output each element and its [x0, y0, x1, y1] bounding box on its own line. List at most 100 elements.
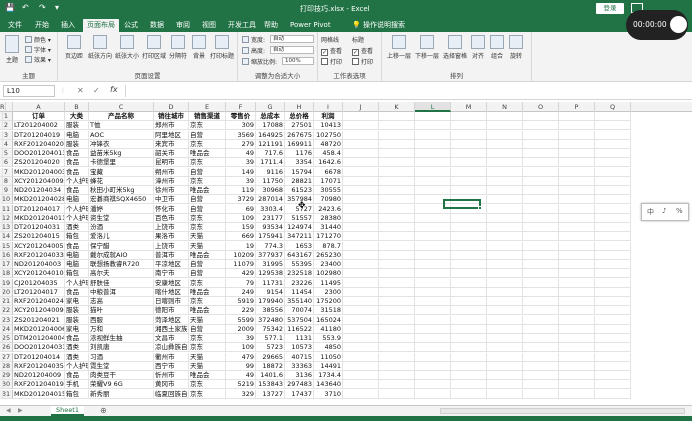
cell[interactable] [343, 223, 379, 232]
cell[interactable]: 食品 [65, 371, 89, 380]
cell[interactable]: 171270 [314, 232, 343, 242]
align-button[interactable]: 对齐 [470, 35, 486, 60]
cell[interactable] [343, 149, 379, 158]
cell[interactable]: 23400 [314, 260, 343, 269]
cell[interactable]: 京东 [189, 278, 226, 288]
cell[interactable] [415, 352, 451, 362]
cell[interactable] [415, 315, 451, 325]
cell[interactable]: 99 [226, 361, 256, 371]
cell[interactable] [487, 361, 523, 371]
cell[interactable]: 49 [226, 371, 256, 380]
print-titles-button[interactable]: 打印标题 [210, 35, 234, 60]
ime-sound-icon[interactable]: ♪ [662, 207, 666, 215]
cell[interactable] [343, 260, 379, 269]
cell[interactable]: 电脑 [65, 195, 89, 205]
header-cell[interactable] [343, 112, 379, 121]
cell[interactable] [343, 186, 379, 195]
cell[interactable]: 377937 [256, 250, 285, 260]
cell[interactable]: 669 [226, 232, 256, 242]
column-header-n[interactable]: N [487, 102, 523, 112]
tab-review[interactable]: 审阅 [172, 19, 194, 32]
cell[interactable] [523, 278, 559, 288]
cell[interactable] [0, 121, 3, 131]
cell[interactable]: 食品 [65, 186, 89, 195]
cell[interactable]: 102750 [314, 130, 343, 140]
cell[interactable]: 69 [226, 204, 256, 214]
cell[interactable]: 39 [226, 334, 256, 343]
cell[interactable] [523, 315, 559, 325]
cell[interactable] [451, 158, 487, 168]
sheet-tab-sheet1[interactable]: Sheet1 [51, 406, 84, 416]
cell[interactable] [523, 287, 559, 297]
formula-input[interactable] [125, 85, 687, 97]
send-backward-button[interactable]: 下移一层 [414, 35, 440, 60]
cell[interactable] [523, 269, 559, 279]
cell[interactable] [559, 213, 595, 223]
header-cell[interactable]: 大类 [65, 112, 89, 121]
cell[interactable] [487, 269, 523, 279]
cell[interactable]: 京东 [189, 343, 226, 353]
cell[interactable]: 3569 [226, 130, 256, 140]
cell[interactable] [559, 139, 595, 149]
cell[interactable]: 11050 [314, 352, 343, 362]
cell[interactable]: XCY201204009 [13, 306, 65, 316]
cell[interactable] [523, 158, 559, 168]
cell[interactable] [415, 380, 451, 390]
margins-button[interactable]: 页边距 [64, 35, 84, 60]
cell[interactable]: 自营 [189, 260, 226, 269]
width-select[interactable]: 自动 [270, 35, 314, 43]
cell[interactable] [595, 389, 631, 399]
cell[interactable]: 2423.6 [314, 204, 343, 214]
cell[interactable]: 服装 [65, 306, 89, 316]
cell[interactable]: 5723 [256, 343, 285, 353]
cell[interactable] [559, 361, 595, 371]
cell[interactable]: 西服 [89, 315, 154, 325]
cell[interactable]: 普洱市 [154, 250, 189, 260]
cell[interactable] [415, 223, 451, 232]
cell[interactable] [415, 176, 451, 186]
header-cell[interactable] [451, 112, 487, 121]
cell[interactable] [451, 176, 487, 186]
header-cell[interactable]: 产品名称 [89, 112, 154, 121]
cell[interactable] [559, 130, 595, 140]
column-header-k[interactable]: K [379, 102, 415, 112]
cell[interactable]: 1653 [285, 241, 314, 251]
header-cell[interactable] [0, 112, 3, 121]
cell[interactable]: 11750 [256, 176, 285, 186]
cell[interactable]: 电脑 [65, 260, 89, 269]
cell[interactable] [415, 297, 451, 306]
cell[interactable] [559, 352, 595, 362]
cell[interactable]: 食品 [65, 158, 89, 168]
cell[interactable]: RXF201204024 [13, 297, 65, 306]
cell[interactable]: 102980 [314, 269, 343, 279]
cell[interactable]: 279 [226, 139, 256, 149]
cell[interactable]: 汾酒 [89, 223, 154, 232]
cell[interactable]: RXF201204035 [13, 361, 65, 371]
cell[interactable] [595, 315, 631, 325]
cell[interactable]: ND201204003 [13, 260, 65, 269]
cell[interactable]: 48720 [314, 139, 343, 149]
cell[interactable] [559, 306, 595, 316]
formula-bar-grip-icon[interactable]: ⋮ [60, 87, 66, 94]
cell[interactable] [379, 352, 415, 362]
cell[interactable]: 天猫 [189, 315, 226, 325]
column-header-h[interactable]: H [285, 102, 314, 112]
cell[interactable]: 30968 [256, 186, 285, 195]
cell[interactable] [0, 361, 3, 371]
cell[interactable] [379, 204, 415, 214]
cell[interactable]: 372480 [256, 315, 285, 325]
cell[interactable]: DOO201204033 [13, 343, 65, 353]
themes-button[interactable]: 主题 [4, 35, 20, 64]
cell[interactable] [523, 130, 559, 140]
cell[interactable] [343, 195, 379, 205]
cell[interactable]: 临夏回族自 [154, 389, 189, 399]
cell[interactable]: 万和 [89, 324, 154, 334]
cell[interactable] [343, 204, 379, 214]
cell[interactable]: 食品 [65, 241, 89, 251]
print-area-button[interactable]: 打印区域 [142, 35, 166, 60]
cell[interactable]: AOC [89, 130, 154, 140]
cell[interactable] [343, 306, 379, 316]
cell[interactable] [0, 232, 3, 242]
cell[interactable] [0, 343, 3, 353]
header-cell[interactable] [379, 112, 415, 121]
